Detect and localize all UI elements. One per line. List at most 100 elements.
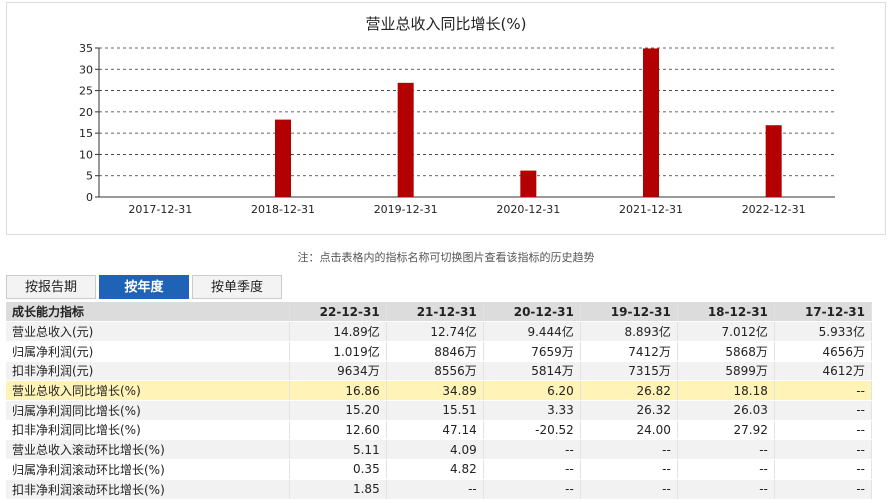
table-cell: 16.86 bbox=[289, 380, 387, 401]
table-cell: 4.82 bbox=[386, 459, 484, 480]
table-cell: 27.92 bbox=[677, 420, 775, 441]
table-cell: 4612万 bbox=[774, 361, 873, 382]
table-cell: 1.85 bbox=[289, 479, 387, 499]
x-tick-label: 2021-12-31 bbox=[619, 203, 683, 216]
bar-chart: 0 5 10 15 20 25 30 35 2017-12-31 2018-12-31 2019-1… bbox=[79, 42, 835, 216]
table-cell: 3.33 bbox=[483, 400, 581, 421]
table-row: 归属净利润滚动环比增长(%) 0.35 4.82 -- -- -- -- bbox=[6, 459, 873, 480]
x-tick-label: 2020-12-31 bbox=[496, 203, 560, 216]
table-cell: 12.60 bbox=[289, 420, 387, 441]
table-row: 扣非净利润同比增长(%) 12.60 47.14 -20.52 24.00 27.92 -- bbox=[6, 420, 873, 441]
table-cell: 47.14 bbox=[386, 420, 484, 441]
table-cell: 26.32 bbox=[580, 400, 678, 421]
table-row: 归属净利润(元) 1.019亿 8846万 7659万 7412万 5868万 4656万 bbox=[6, 341, 873, 362]
table-cell: -- bbox=[483, 459, 581, 480]
table-row: 营业总收入滚动环比增长(%) 5.11 4.09 -- -- -- -- bbox=[6, 439, 873, 460]
table-cell: 34.89 bbox=[386, 380, 484, 401]
table-cell: -- bbox=[774, 380, 873, 401]
table-cell: 5868万 bbox=[677, 341, 775, 362]
table-cell: 5899万 bbox=[677, 361, 775, 382]
table-cell: -- bbox=[774, 479, 873, 499]
y-tick-label: 15 bbox=[79, 127, 93, 140]
header-period: 19-12-31 bbox=[580, 302, 678, 323]
tab-by-report-period[interactable]: 按报告期 bbox=[6, 275, 96, 299]
table-cell: -- bbox=[677, 459, 775, 480]
y-tick-label: 20 bbox=[79, 106, 93, 119]
bar-2020-12-31[interactable] bbox=[520, 170, 537, 197]
table-cell: 14.89亿 bbox=[289, 321, 387, 342]
bar-2022-12-31[interactable] bbox=[765, 125, 782, 197]
bar-2019-12-31[interactable] bbox=[397, 82, 414, 197]
table-cell: -- bbox=[774, 439, 873, 460]
table-cell: 24.00 bbox=[580, 420, 678, 441]
table-cell: 4.09 bbox=[386, 439, 484, 460]
table-cell: 12.74亿 bbox=[386, 321, 484, 342]
table-cell: -- bbox=[483, 439, 581, 460]
y-tick-label: 35 bbox=[79, 42, 93, 55]
table-cell: 26.03 bbox=[677, 400, 775, 421]
tab-by-year[interactable]: 按年度 bbox=[99, 275, 189, 299]
table-cell: -- bbox=[483, 479, 581, 499]
table-row: 扣非净利润滚动环比增长(%) 1.85 -- -- -- -- -- bbox=[6, 479, 873, 499]
table-cell: -20.52 bbox=[483, 420, 581, 441]
table-cell: 5.11 bbox=[289, 439, 387, 460]
table-cell: 7315万 bbox=[580, 361, 678, 382]
header-indicator: 成长能力指标 bbox=[6, 302, 290, 323]
table-cell: 7659万 bbox=[483, 341, 581, 362]
header-period: 18-12-31 bbox=[677, 302, 775, 323]
table-cell: 0.35 bbox=[289, 459, 387, 480]
table-row: 营业总收入(元) 14.89亿 12.74亿 9.444亿 8.893亿 7.012亿 5.… bbox=[6, 321, 873, 342]
chart-hint-note: 注：点击表格内的指标名称可切换图片查看该指标的历史趋势 bbox=[297, 251, 595, 264]
table-row: 扣非净利润(元) 9634万 8556万 5814万 7315万 5899万 4612万 bbox=[6, 361, 873, 382]
header-period: 22-12-31 bbox=[289, 302, 387, 323]
table-cell: -- bbox=[580, 439, 678, 460]
y-tick-label: 5 bbox=[86, 170, 93, 183]
table-cell: 5.933亿 bbox=[774, 321, 873, 342]
table-cell: 7.012亿 bbox=[677, 321, 775, 342]
table-cell: 8.893亿 bbox=[580, 321, 678, 342]
table-cell: 8846万 bbox=[386, 341, 484, 362]
bar-2018-12-31[interactable] bbox=[275, 119, 291, 197]
table-cell: 9634万 bbox=[289, 361, 387, 382]
indicator-name-link[interactable]: 归属净利润同比增长(%) bbox=[6, 400, 290, 421]
table-cell: 6.20 bbox=[483, 380, 581, 401]
indicator-name-link[interactable]: 扣非净利润滚动环比增长(%) bbox=[6, 479, 290, 499]
y-tick-label: 25 bbox=[79, 85, 93, 98]
table-header-row: 成长能力指标 22-12-31 21-12-31 20-12-31 19-12-… bbox=[6, 302, 873, 323]
header-period: 17-12-31 bbox=[774, 302, 873, 323]
header-period: 20-12-31 bbox=[483, 302, 581, 323]
table-cell: 7412万 bbox=[580, 341, 678, 362]
chart-panel: 营业总收入同比增长(%) 0 5 10 15 20 25 30 35 2017-12-31 201… bbox=[6, 2, 886, 235]
x-tick-label: 2019-12-31 bbox=[374, 203, 438, 216]
period-tabs: 按报告期 按年度 按单季度 bbox=[6, 275, 886, 299]
y-tick-label: 10 bbox=[79, 148, 93, 161]
y-tick-label: 0 bbox=[86, 191, 93, 204]
table-cell: 18.18 bbox=[677, 380, 775, 401]
growth-indicator-table: 成长能力指标 22-12-31 21-12-31 20-12-31 19-12-… bbox=[6, 302, 873, 499]
indicator-name-link[interactable]: 营业总收入滚动环比增长(%) bbox=[6, 439, 290, 460]
tab-by-quarter[interactable]: 按单季度 bbox=[192, 275, 282, 299]
table-row: 营业总收入同比增长(%) 16.86 34.89 6.20 26.82 18.18 -- bbox=[6, 380, 873, 401]
x-tick-label: 2022-12-31 bbox=[742, 203, 806, 216]
table-cell: -- bbox=[386, 479, 484, 499]
table-cell: -- bbox=[774, 459, 873, 480]
y-tick-label: 30 bbox=[79, 63, 93, 76]
indicator-name-link[interactable]: 营业总收入同比增长(%) bbox=[6, 380, 290, 401]
table-cell: 15.20 bbox=[289, 400, 387, 421]
table-cell: -- bbox=[677, 479, 775, 499]
table-cell: 9.444亿 bbox=[483, 321, 581, 342]
indicator-name-link[interactable]: 扣非净利润(元) bbox=[6, 361, 290, 382]
table-cell: 8556万 bbox=[386, 361, 484, 382]
indicator-name-link[interactable]: 归属净利润(元) bbox=[6, 341, 290, 362]
indicator-name-link[interactable]: 扣非净利润同比增长(%) bbox=[6, 420, 290, 441]
table-row: 归属净利润同比增长(%) 15.20 15.51 3.33 26.32 26.03 -- bbox=[6, 400, 873, 421]
indicator-name-link[interactable]: 营业总收入(元) bbox=[6, 321, 290, 342]
indicator-name-link[interactable]: 归属净利润滚动环比增长(%) bbox=[6, 459, 290, 480]
header-period: 21-12-31 bbox=[386, 302, 484, 323]
bar-2021-12-31[interactable] bbox=[643, 48, 659, 197]
x-tick-label: 2018-12-31 bbox=[251, 203, 315, 216]
table-cell: 1.019亿 bbox=[289, 341, 387, 362]
table-cell: 26.82 bbox=[580, 380, 678, 401]
table-cell: 4656万 bbox=[774, 341, 873, 362]
table-cell: -- bbox=[774, 420, 873, 441]
